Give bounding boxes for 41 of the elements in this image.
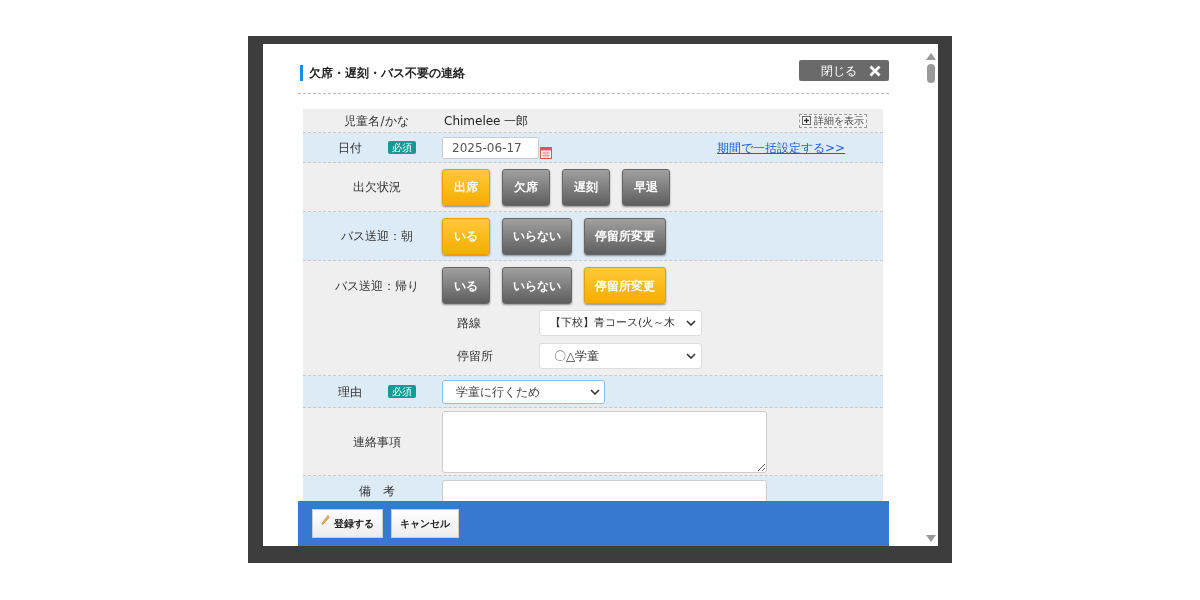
scroll-thumb[interactable] (926, 64, 935, 83)
plus-icon (802, 116, 811, 125)
scroll-up-icon[interactable] (925, 53, 936, 60)
field-label: 児童名/かな (344, 112, 409, 130)
footer-button[interactable]: キャンセル (391, 509, 459, 538)
stop-label: 停留所 (456, 348, 494, 365)
footer-button[interactable]: 登録する (312, 509, 383, 538)
chevron-down-icon (686, 320, 696, 326)
field-label: 日付 (337, 139, 362, 157)
stop-select[interactable]: 〇△学童 (539, 343, 702, 369)
contact-textarea[interactable] (442, 410, 767, 473)
route-select[interactable]: 【下校】青コース(火～木 (539, 310, 702, 336)
dialog-title: 欠席・遅刻・バス不要の連絡 (300, 64, 465, 81)
option-button[interactable]: 停留所変更 (584, 217, 666, 255)
date-field[interactable]: 2025-06-17 (442, 136, 539, 159)
child-name: Chimelee 一郎 (444, 112, 529, 130)
field-label: 備 考 (358, 483, 395, 500)
close-icon (869, 64, 881, 77)
bulk-period-link[interactable]: 期間で一括設定する>> (717, 138, 846, 157)
route-label: 路線 (456, 315, 482, 332)
field-label: バス送迎：朝 (340, 228, 413, 245)
close-button[interactable]: 閉じる (799, 60, 889, 81)
required-tag: 必須 (387, 385, 416, 398)
chevron-down-icon (590, 388, 600, 395)
option-button[interactable]: 欠席 (502, 168, 550, 206)
field-label: 連絡事項 (352, 433, 401, 451)
option-button[interactable]: いらない (502, 217, 572, 255)
show-details-button[interactable]: 詳細を表示 (799, 113, 867, 128)
pencil-icon (321, 515, 330, 526)
option-button[interactable]: 早退 (622, 168, 670, 206)
required-tag: 必須 (387, 141, 416, 154)
option-button[interactable]: 遅刻 (562, 168, 610, 206)
calendar-icon[interactable] (540, 146, 552, 159)
reason-select[interactable]: 学童に行くため (442, 379, 605, 404)
field-label: 理由 (337, 383, 362, 401)
scroll-down-icon[interactable] (925, 535, 936, 542)
field-label: 出欠状況 (352, 179, 401, 196)
chevron-down-icon (686, 353, 696, 359)
option-button[interactable]: いる (442, 267, 490, 304)
option-button[interactable]: いらない (502, 267, 572, 304)
field-label: バス送迎：帰り (334, 277, 419, 295)
